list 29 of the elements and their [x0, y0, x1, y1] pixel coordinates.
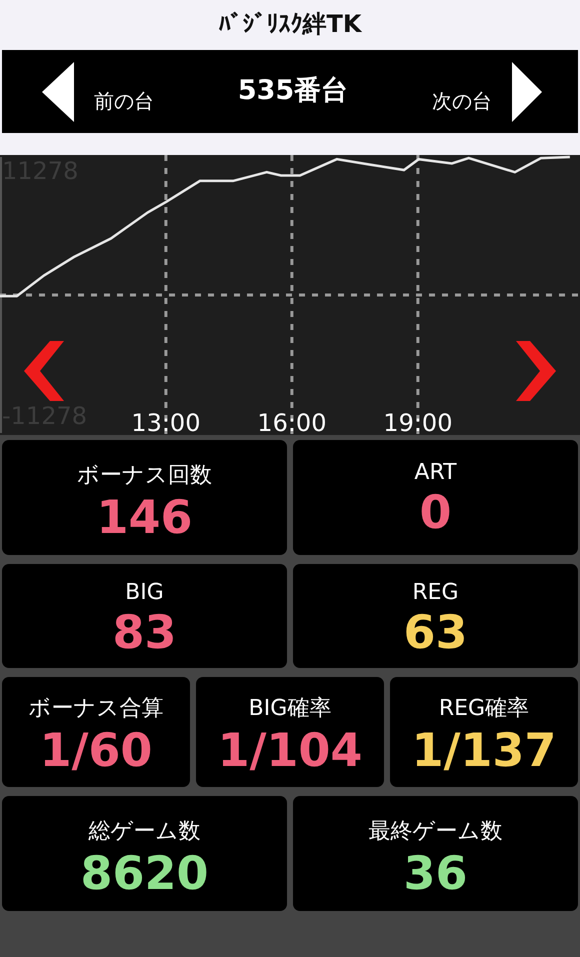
- stat-value: 83: [112, 605, 176, 660]
- right-triangle-icon: [512, 62, 542, 122]
- next-machine-button[interactable]: 次の台: [432, 62, 542, 122]
- stat-value: 1/104: [218, 723, 362, 779]
- stat-label: ボーナス回数: [77, 462, 212, 490]
- stat-label: REG確率: [438, 695, 530, 724]
- chevron-left-icon[interactable]: [24, 341, 64, 401]
- x-axis-label: 16:00: [257, 409, 326, 435]
- page-title: ﾊﾞｼﾞﾘｽｸ絆TK: [218, 9, 363, 40]
- stat-value: 146: [96, 490, 193, 546]
- previous-machine-button[interactable]: 前の台: [42, 62, 154, 122]
- x-axis-label: 13:00: [131, 409, 200, 435]
- stat-label: REG: [412, 580, 459, 606]
- stat-label: BIG確率: [248, 695, 332, 724]
- left-triangle-icon: [42, 62, 74, 122]
- stat-label: ART: [414, 460, 457, 485]
- stat-value: 0: [419, 485, 452, 540]
- stat-label: 最終ゲーム数: [368, 818, 502, 846]
- stat-label: 総ゲーム数: [88, 818, 200, 846]
- stat-value: 8620: [80, 846, 209, 901]
- chevron-right-icon[interactable]: [516, 341, 556, 401]
- stat-value: 1/60: [40, 723, 152, 779]
- stat-value: 36: [403, 846, 468, 901]
- stat-value: 1/137: [412, 723, 556, 779]
- stat-value: 63: [403, 605, 468, 660]
- x-axis-label: 19:00: [383, 409, 452, 435]
- stat-label: BIG: [125, 580, 164, 606]
- machine-number: 535番台: [238, 74, 348, 108]
- stat-label: ボーナス合算: [28, 695, 164, 724]
